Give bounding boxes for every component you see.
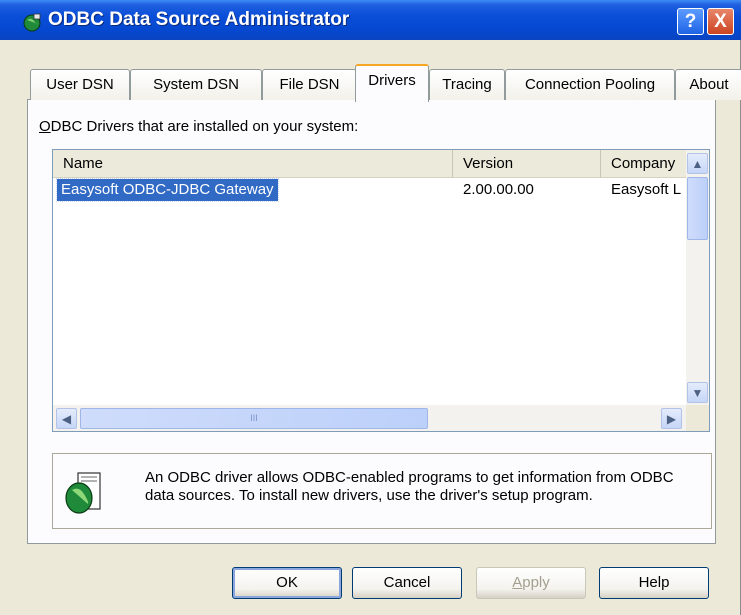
section-label-text: DBC Drivers that are installed on your s…	[50, 118, 359, 135]
tab-connection-pooling[interactable]: Connection Pooling	[505, 69, 675, 100]
column-header-company[interactable]: Company	[601, 150, 686, 177]
list-body: Easysoft ODBC-JDBC Gateway 2.00.00.00 Ea…	[53, 177, 686, 405]
column-header-name[interactable]: Name	[53, 150, 453, 177]
driver-company-cell: Easysoft L	[611, 181, 682, 198]
tab-drivers[interactable]: Drivers	[355, 64, 429, 102]
list-header: Name Version Company	[53, 150, 686, 178]
odbc-globe-icon	[23, 13, 41, 32]
vertical-scroll-thumb[interactable]	[687, 177, 708, 240]
horizontal-scroll-thumb[interactable]: III	[80, 408, 428, 429]
scrollbar-corner	[686, 405, 709, 431]
tab-system-dsn[interactable]: System DSN	[130, 69, 262, 100]
scroll-right-icon[interactable]: ▶	[661, 408, 682, 429]
cancel-button[interactable]: Cancel	[352, 567, 462, 599]
vertical-scrollbar[interactable]: ▲ ▼	[686, 150, 709, 405]
apply-label: pply	[522, 574, 550, 591]
driver-name-cell[interactable]: Easysoft ODBC-JDBC Gateway	[56, 178, 279, 202]
title-bar[interactable]: ODBC Data Source Administrator ? X	[0, 0, 741, 40]
dialog-window: ODBC Data Source Administrator ? X User …	[0, 0, 741, 615]
tab-user-dsn[interactable]: User DSN	[30, 69, 130, 100]
window-title: ODBC Data Source Administrator	[48, 9, 350, 30]
driver-version-cell: 2.00.00.00	[463, 181, 534, 198]
info-text: An ODBC driver allows ODBC-enabled progr…	[145, 469, 674, 504]
scroll-down-icon[interactable]: ▼	[687, 382, 708, 403]
help-title-button[interactable]: ?	[677, 8, 704, 35]
scroll-left-icon[interactable]: ◀	[56, 408, 77, 429]
ok-button[interactable]: OK	[232, 567, 342, 599]
apply-button[interactable]: Apply	[476, 567, 586, 599]
scroll-up-icon[interactable]: ▲	[687, 153, 708, 174]
help-button[interactable]: Help	[599, 567, 709, 599]
help-icon: ?	[684, 10, 697, 32]
table-row[interactable]: Easysoft ODBC-JDBC Gateway 2.00.00.00 Ea…	[53, 178, 686, 202]
close-icon: X	[714, 10, 727, 32]
section-label-accel: O	[39, 118, 51, 135]
drivers-section-label: ODBC Drivers that are installed on your …	[39, 118, 358, 135]
driver-info-icon	[65, 472, 101, 514]
apply-accel: A	[512, 574, 523, 591]
tab-tracing[interactable]: Tracing	[429, 69, 505, 100]
close-title-button[interactable]: X	[707, 8, 734, 35]
column-header-version[interactable]: Version	[453, 150, 601, 177]
tab-file-dsn[interactable]: File DSN	[262, 69, 357, 100]
tab-about[interactable]: About	[675, 69, 741, 100]
horizontal-scrollbar[interactable]: ◀ III ▶	[53, 405, 686, 431]
drivers-list[interactable]: Name Version Company Easysoft ODBC-JDBC …	[52, 149, 710, 432]
